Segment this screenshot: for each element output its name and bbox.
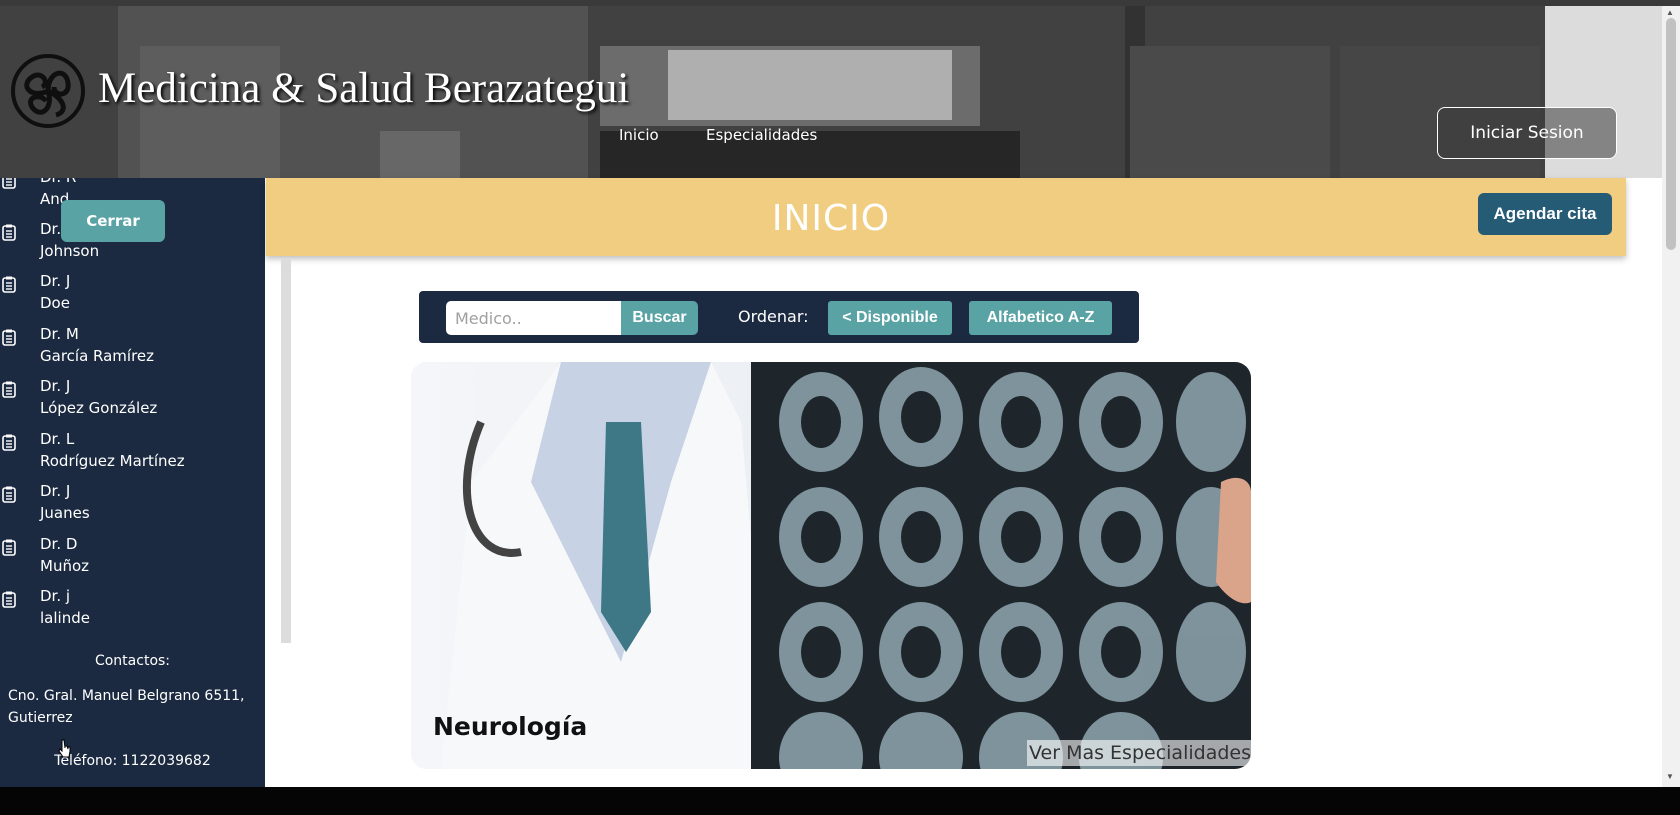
login-button[interactable]: Iniciar Sesion	[1437, 107, 1617, 159]
doctor-surname: Rodríguez Martínez	[40, 452, 185, 470]
doctor-list-item[interactable]: Dr. J Juanes	[0, 480, 265, 532]
scrollbar-thumb[interactable]	[1666, 18, 1676, 250]
doctor-initial: Dr. D	[40, 535, 78, 553]
doctor-list-item[interactable]: Dr. D Muñoz	[0, 533, 265, 585]
doctor-search-input[interactable]	[446, 301, 621, 335]
mouse-pointer-icon	[58, 739, 71, 758]
search-button[interactable]: Buscar	[621, 301, 698, 335]
doctors-sidebar: Dr. R And Dr. Johnson Dr. J Doe Dr. M Ga…	[0, 178, 265, 787]
clipboard-icon	[2, 329, 16, 346]
nav-inicio-link[interactable]: Inicio	[619, 126, 659, 144]
page-banner: INICIO Agendar cita	[266, 178, 1626, 256]
contact-phone: Teléfono: 1122039682	[54, 753, 211, 769]
contact-address: Cno. Gral. Manuel Belgrano 6511, Gutierr…	[8, 688, 245, 726]
doctor-search-bar: Buscar Ordenar: < Disponible Alfabetico …	[419, 291, 1139, 343]
doctor-initial: Dr. R	[40, 178, 76, 186]
specialty-title: Neurología	[433, 712, 588, 741]
clipboard-icon	[2, 276, 16, 293]
doctor-initial: Dr. J	[40, 272, 71, 290]
window-bottom-bar	[0, 787, 1680, 815]
doctor-surname: Muñoz	[40, 557, 90, 575]
schedule-appointment-button[interactable]: Agendar cita	[1478, 193, 1612, 235]
site-header: Medicina & Salud Berazategui Inicio Espe…	[0, 6, 1662, 178]
contacts-heading: Contactos:	[94, 653, 171, 669]
doctor-surname: López González	[40, 399, 158, 417]
page-title: INICIO	[771, 198, 891, 239]
doctor-initial: Dr. M	[40, 325, 79, 343]
doctor-initial: Dr.	[40, 220, 62, 238]
clipboard-icon	[2, 486, 16, 503]
doctor-surname: lalinde	[40, 609, 90, 627]
clipboard-icon	[2, 381, 16, 398]
scroll-up-icon[interactable]: ▲	[1666, 8, 1674, 17]
page-viewport: Medicina & Salud Berazategui Inicio Espe…	[0, 6, 1662, 787]
clipboard-icon	[2, 434, 16, 451]
doctor-list-item[interactable]: Dr. L Rodríguez Martínez	[0, 428, 265, 480]
specialty-card[interactable]: Neurología Ver Mas Especialidades	[411, 362, 1251, 769]
doctor-list-item[interactable]: Dr. M García Ramírez	[0, 323, 265, 375]
clipboard-icon	[2, 224, 16, 241]
doctor-list-item[interactable]: Dr. J López González	[0, 375, 265, 427]
triskelion-logo-icon	[11, 54, 85, 128]
sort-available-button[interactable]: < Disponible	[828, 301, 952, 335]
doctor-initial: Dr. J	[40, 482, 71, 500]
content-scroll-rail	[281, 258, 291, 643]
doctor-list-item[interactable]: Dr. j lalinde	[0, 585, 265, 637]
clipboard-icon	[2, 178, 16, 189]
more-specialties-link[interactable]: Ver Mas Especialidades	[1027, 740, 1251, 766]
doctor-surname: Juanes	[40, 504, 90, 522]
doctor-initial: Dr. j	[40, 587, 71, 605]
close-sidebar-button[interactable]: Cerrar	[61, 200, 165, 242]
doctor-surname: Johnson	[40, 242, 100, 260]
nav-especialidades-link[interactable]: Especialidades	[706, 126, 817, 144]
clipboard-icon	[2, 539, 16, 556]
doctor-initial: Dr. J	[40, 377, 71, 395]
clipboard-icon	[2, 591, 16, 608]
site-title: Medicina & Salud Berazategui	[98, 65, 630, 112]
sort-alphabetical-button[interactable]: Alfabetico A-Z	[969, 301, 1112, 335]
doctor-list-item[interactable]: Dr. J Doe	[0, 270, 265, 322]
scroll-down-icon[interactable]: ▼	[1666, 772, 1674, 781]
page-scrollbar[interactable]: ▲ ▼	[1662, 6, 1680, 787]
neurology-doctor-photo	[411, 362, 1251, 769]
doctor-initial: Dr. L	[40, 430, 75, 448]
sort-label: Ordenar:	[738, 307, 809, 326]
doctor-surname: Doe	[40, 294, 70, 312]
doctor-surname: García Ramírez	[40, 347, 155, 365]
